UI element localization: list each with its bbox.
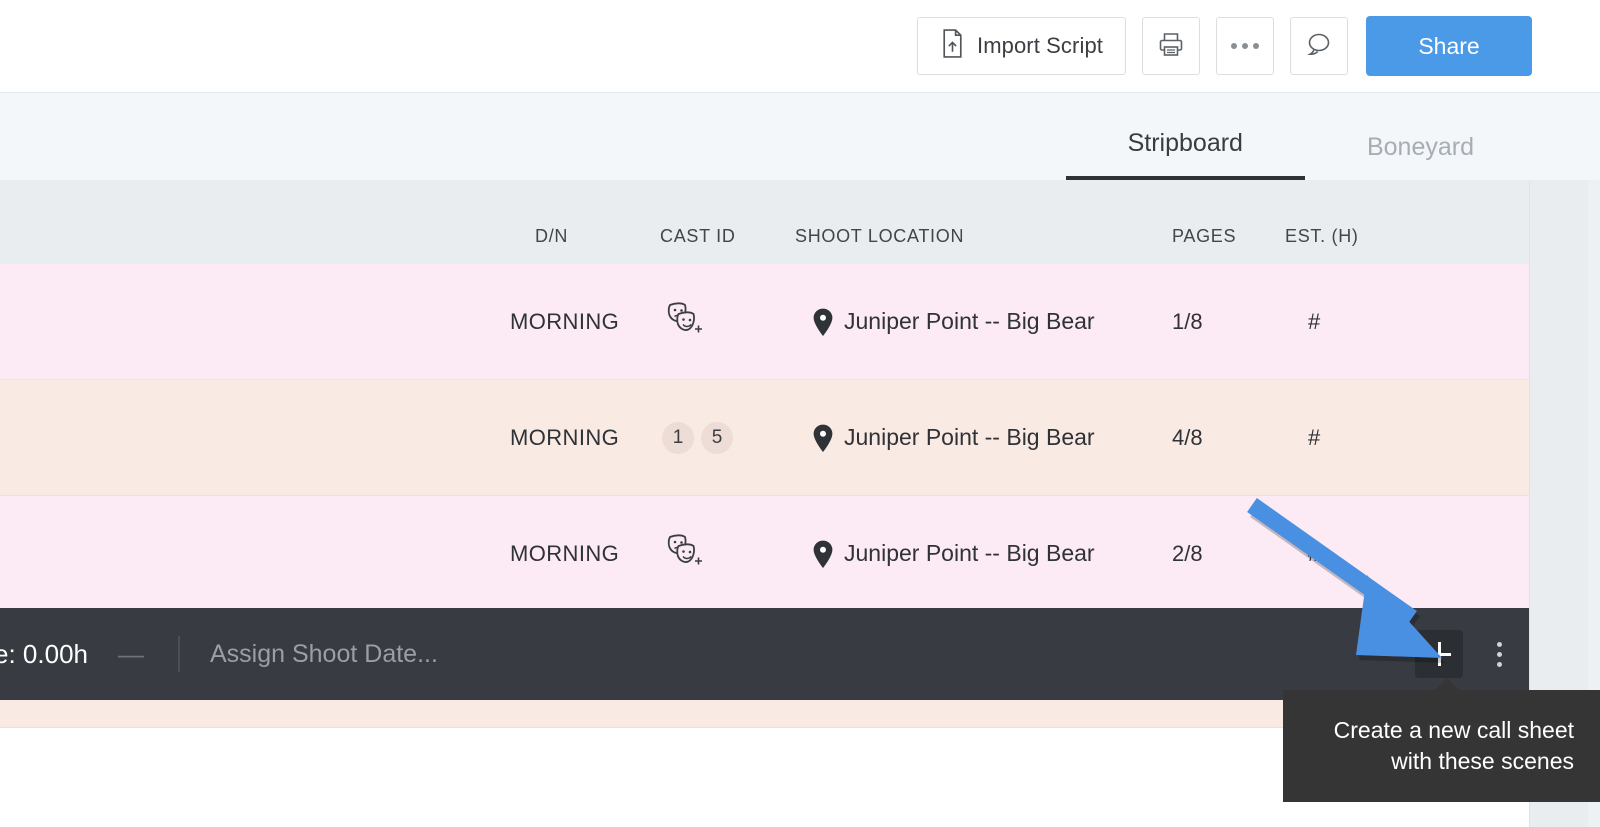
- cast-id-badge[interactable]: 5: [701, 421, 733, 454]
- print-button[interactable]: [1142, 17, 1200, 75]
- row-shoot-location[interactable]: Juniper Point -- Big Bear: [812, 540, 1095, 568]
- comments-button[interactable]: [1290, 17, 1348, 75]
- tooltip-line-2: with these scenes: [1391, 748, 1574, 774]
- row-cast-ids[interactable]: [662, 299, 708, 345]
- import-file-icon: [940, 29, 965, 63]
- location-text: Juniper Point -- Big Bear: [844, 424, 1095, 450]
- row-day-night: MORNING: [510, 308, 620, 334]
- row-est-hours[interactable]: #: [1308, 541, 1320, 567]
- row-est-hours[interactable]: #: [1308, 425, 1320, 451]
- action-bar-divider: [178, 636, 180, 672]
- total-time-display: e: 0.00h: [0, 639, 88, 670]
- selection-action-bar: e: 0.00h — Assign Shoot Date...: [0, 608, 1529, 700]
- import-script-label: Import Script: [977, 33, 1103, 58]
- more-options-button[interactable]: [1216, 17, 1274, 75]
- row-cast-ids[interactable]: [662, 531, 708, 577]
- row-day-night: MORNING: [510, 424, 620, 450]
- cast-id-badge[interactable]: 1: [662, 421, 694, 454]
- theater-masks-add-icon[interactable]: [662, 299, 708, 345]
- row-shoot-location[interactable]: Juniper Point -- Big Bear: [812, 308, 1095, 336]
- location-text: Juniper Point -- Big Bear: [844, 308, 1095, 334]
- location-pin-icon: [812, 424, 834, 452]
- tooltip-arrow: [1433, 678, 1461, 692]
- tooltip-line-1: Create a new call sheet: [1333, 717, 1574, 743]
- printer-icon: [1157, 30, 1185, 63]
- row-day-night: MORNING: [510, 540, 620, 566]
- share-label: Share: [1418, 32, 1480, 59]
- table-row[interactable]: MORNING Juniper Point -- Big Bear 1/8 #: [0, 264, 1529, 380]
- row-pages: 2/8: [1172, 541, 1203, 567]
- table-row[interactable]: MORNING Juniper Point -- Big Bear 2/8 #: [0, 496, 1529, 612]
- location-text: Juniper Point -- Big Bear: [844, 540, 1095, 566]
- tab-stripboard[interactable]: Stripboard: [1065, 129, 1305, 180]
- theater-masks-add-icon[interactable]: [662, 531, 708, 577]
- column-header-cast-id: CAST ID: [660, 226, 736, 246]
- total-time-label: e:: [0, 638, 16, 669]
- location-pin-icon: [812, 540, 834, 568]
- row-pages: 1/8: [1172, 309, 1203, 335]
- assign-shoot-date-field[interactable]: Assign Shoot Date...: [210, 640, 438, 669]
- top-toolbar: Import Script Share: [0, 0, 1600, 92]
- import-script-button[interactable]: Import Script: [917, 17, 1126, 75]
- add-callsheet-tooltip: Create a new call sheet with these scene…: [1283, 690, 1600, 802]
- column-header-dn: D/N: [535, 226, 569, 246]
- row-shoot-location[interactable]: Juniper Point -- Big Bear: [812, 424, 1095, 452]
- total-time-value: 0.00h: [22, 638, 88, 669]
- table-row[interactable]: MORNING 15 Juniper Point -- Big Bear 4/8…: [0, 380, 1529, 496]
- pages-fraction: 1/8: [1172, 308, 1203, 334]
- pages-fraction: 4/8: [1172, 424, 1203, 450]
- column-header-location: SHOOT LOCATION: [795, 226, 965, 246]
- view-tabs: Stripboard Boneyard: [0, 92, 1600, 180]
- ellipsis-icon: [1231, 43, 1259, 49]
- row-est-hours[interactable]: #: [1308, 309, 1320, 335]
- pages-fraction: 2/8: [1172, 540, 1203, 566]
- location-pin-icon: [812, 308, 834, 336]
- action-bar-overflow-button[interactable]: [1481, 630, 1517, 678]
- action-bar-dash: —: [118, 638, 144, 669]
- share-button[interactable]: Share: [1366, 16, 1532, 76]
- tab-boneyard[interactable]: Boneyard: [1305, 133, 1536, 180]
- table-column-header: D/N CAST ID SHOOT LOCATION PAGES EST. (H…: [0, 180, 1529, 264]
- speech-bubble-icon: [1305, 30, 1333, 63]
- column-header-est-h: EST. (H): [1285, 226, 1359, 246]
- row-pages: 4/8: [1172, 425, 1203, 451]
- add-callsheet-button[interactable]: [1415, 630, 1463, 678]
- column-header-pages: PAGES: [1172, 226, 1237, 246]
- row-cast-ids[interactable]: 15: [662, 421, 740, 454]
